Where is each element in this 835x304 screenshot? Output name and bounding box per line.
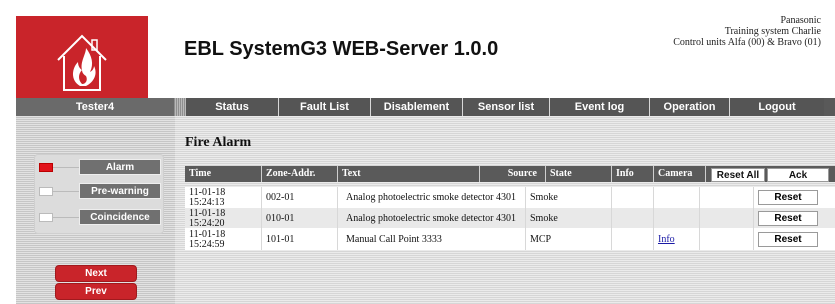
tab-sensor-list[interactable]: Sensor list: [462, 98, 549, 116]
pre-warning-filter-button[interactable]: Pre-warning: [79, 183, 161, 199]
table-row: 11-01-18 15:24:59 101-01 Manual Call Poi…: [185, 229, 835, 250]
table-header: Time Zone-Addr. Text Source State Info C…: [185, 166, 835, 182]
reset-button[interactable]: Reset: [758, 190, 818, 205]
status-indicator-panel: Alarm Pre-warning Coincidence: [34, 154, 164, 234]
cell-blank: [700, 229, 754, 250]
cell-time: 11-01-18 15:24:13: [185, 187, 262, 208]
cell-text: Analog photoelectric smoke detector 4301: [338, 208, 526, 229]
house-flame-logo: [16, 16, 148, 98]
sidebar: Alarm Pre-warning Coincidence Next Prev: [16, 116, 175, 304]
cell-state: Smoke: [526, 187, 612, 208]
pre-warning-indicator: Pre-warning: [35, 183, 165, 199]
cell-info: [612, 229, 654, 250]
connector-line: [53, 191, 79, 192]
system-name-label: Training system Charlie: [724, 26, 821, 37]
cell-state: Smoke: [526, 208, 612, 229]
alarm-filter-button[interactable]: Alarm: [79, 159, 161, 175]
page-header: EBL SystemG3 WEB-Server 1.0.0 Panasonic …: [0, 0, 835, 98]
col-camera: Camera: [654, 166, 706, 182]
main-nav: Tester4 Status Fault List Disablement Se…: [16, 98, 835, 116]
coincidence-led-icon: [39, 213, 53, 222]
page-title: Fire Alarm: [185, 135, 252, 150]
coincidence-filter-button[interactable]: Coincidence: [79, 209, 161, 225]
cell-blank: [700, 208, 754, 229]
connector-line: [53, 167, 79, 168]
tab-event-log[interactable]: Event log: [549, 98, 649, 116]
col-info: Info: [612, 166, 654, 182]
col-time: Time: [185, 166, 262, 182]
tab-operation[interactable]: Operation: [649, 98, 729, 116]
next-page-button[interactable]: Next: [56, 266, 136, 281]
col-zone-addr: Zone-Addr.: [262, 166, 338, 182]
table-row: 11-01-18 15:24:13 002-01 Analog photoele…: [185, 187, 835, 208]
reset-button[interactable]: Reset: [758, 232, 818, 247]
coincidence-indicator: Coincidence: [35, 209, 165, 225]
prev-page-button[interactable]: Prev: [56, 284, 136, 299]
nav-divider: [174, 98, 186, 116]
cell-time: 11-01-18 15:24:20: [185, 208, 262, 229]
col-source: Source: [480, 166, 546, 182]
cell-text: Analog photoelectric smoke detector 4301: [338, 187, 526, 208]
table-row: 11-01-18 15:24:20 010-01 Analog photoele…: [185, 208, 835, 229]
vendor-label: Panasonic: [780, 15, 821, 26]
current-user: Tester4: [16, 98, 174, 116]
info-link[interactable]: Info: [658, 234, 675, 245]
cell-zone: 010-01: [262, 208, 338, 229]
ack-button[interactable]: Ack: [767, 168, 829, 182]
cell-zone: 002-01: [262, 187, 338, 208]
reset-all-button[interactable]: Reset All: [711, 168, 765, 182]
tab-fault-list[interactable]: Fault List: [278, 98, 370, 116]
alarm-indicator: Alarm: [35, 159, 165, 175]
pre-warning-led-icon: [39, 187, 53, 196]
table-body: 11-01-18 15:24:13 002-01 Analog photoele…: [185, 187, 835, 250]
tab-status[interactable]: Status: [186, 98, 278, 116]
cell-info: [612, 208, 654, 229]
cell-camera: Info: [654, 229, 700, 250]
col-state: State: [546, 166, 612, 182]
fire-alarm-table: Time Zone-Addr. Text Source State Info C…: [185, 166, 835, 250]
tab-disablement[interactable]: Disablement: [370, 98, 462, 116]
cell-blank: [700, 187, 754, 208]
alarm-led-icon: [39, 163, 53, 172]
system-info: Panasonic Training system Charlie Contro…: [673, 15, 821, 48]
cell-zone: 101-01: [262, 229, 338, 250]
cell-camera: [654, 187, 700, 208]
control-units-label: Control units Alfa (00) & Bravo (01): [673, 37, 821, 48]
cell-time: 11-01-18 15:24:59: [185, 229, 262, 250]
nav-tabs: Status Fault List Disablement Sensor lis…: [186, 98, 824, 116]
app-title: EBL SystemG3 WEB-Server 1.0.0: [184, 38, 499, 60]
cell-state: MCP: [526, 229, 612, 250]
connector-line: [53, 217, 79, 218]
cell-camera: [654, 208, 700, 229]
cell-info: [612, 187, 654, 208]
col-text: Text: [338, 166, 480, 182]
main-content: Fire Alarm Time Zone-Addr. Text Source S…: [175, 116, 835, 304]
tab-logout[interactable]: Logout: [729, 98, 824, 116]
cell-text: Manual Call Point 3333: [338, 229, 526, 250]
reset-button[interactable]: Reset: [758, 211, 818, 226]
